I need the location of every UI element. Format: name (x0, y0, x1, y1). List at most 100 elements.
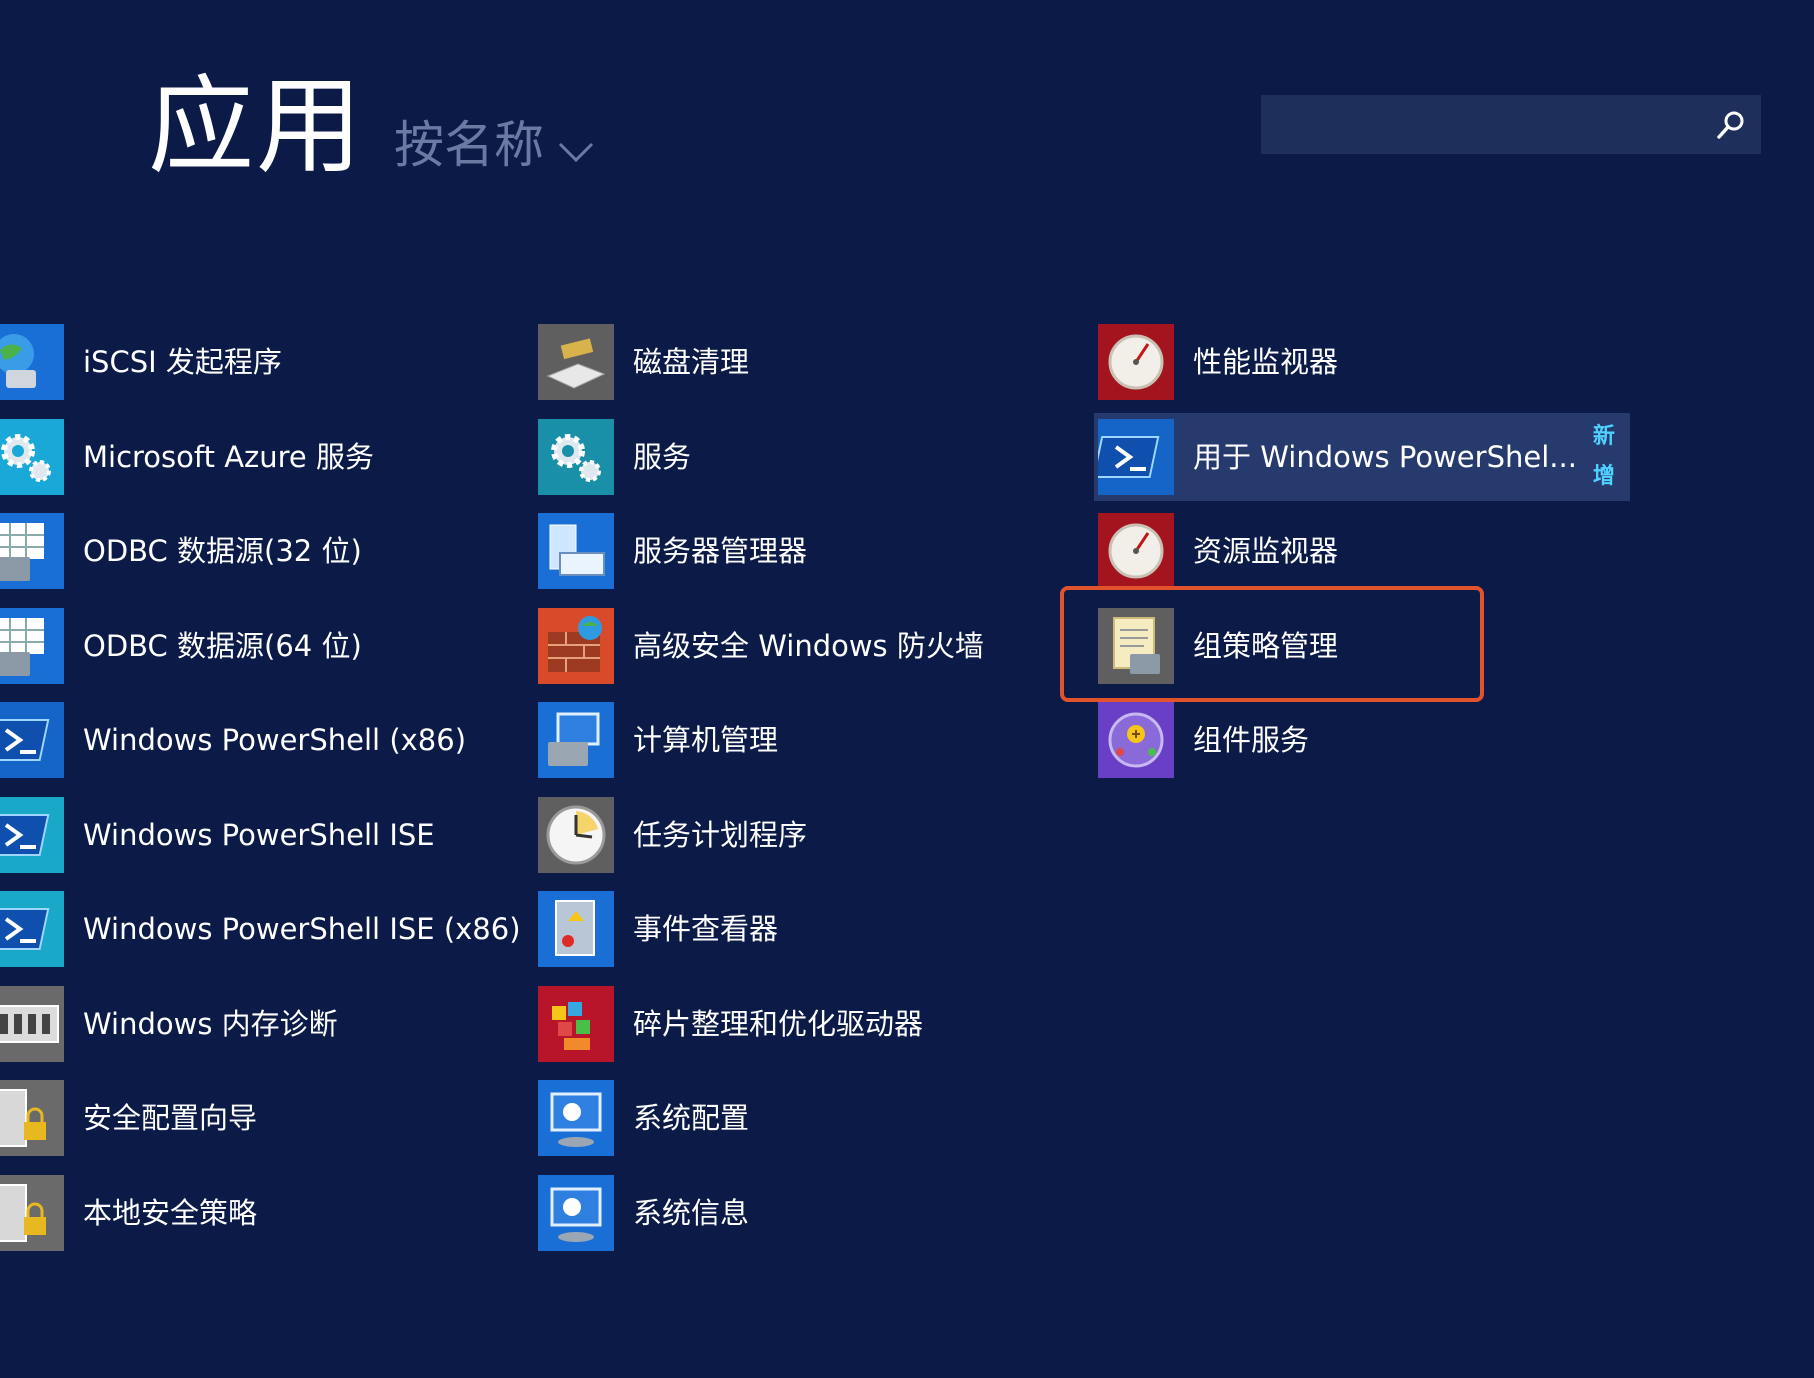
powershell-icon (1098, 418, 1174, 495)
chevron-down-icon (558, 142, 594, 163)
clock-icon-graphic (538, 796, 614, 873)
app-label: 碎片整理和优化驱动器 (633, 1006, 924, 1041)
app-label: 系统配置 (633, 1101, 750, 1135)
app-label: Windows PowerShell (x86) (83, 723, 467, 757)
app-tile[interactable]: 系统配置 (538, 1074, 749, 1162)
powershell-icon-graphic (0, 702, 64, 778)
app-tile[interactable]: 服务器管理器 (538, 507, 807, 595)
app-tile[interactable]: 磁盘清理 (538, 318, 749, 406)
odbc-table-toolbox-icon-graphic (0, 607, 64, 684)
search-icon[interactable] (1713, 107, 1749, 143)
app-label: 性能监视器 (1193, 345, 1339, 379)
disk-cleanup-icon-graphic (538, 324, 614, 400)
powershell-icon (0, 702, 64, 778)
app-label: 组策略管理 (1193, 628, 1339, 663)
server-manager-icon-graphic (538, 513, 614, 589)
app-label: Windows PowerShell ISE (x86) (83, 912, 521, 946)
app-tile[interactable]: 资源监视器 (1098, 507, 1338, 595)
resource-gauge-icon-graphic (1098, 513, 1174, 589)
app-tile[interactable]: Windows 内存诊断 (0, 980, 338, 1068)
resource-gauge-icon (1098, 513, 1174, 589)
app-tile[interactable]: 用于 Windows PowerShel... 新增 (1094, 412, 1630, 501)
app-tile[interactable]: 安全配置向导 (0, 1074, 257, 1162)
clock-icon (538, 796, 614, 873)
system-info-monitor-icon-graphic (538, 1174, 614, 1251)
computer-management-icon (538, 702, 614, 778)
server-lock-icon-graphic (0, 1174, 64, 1251)
app-tile[interactable]: Windows PowerShell ISE (x86) (0, 885, 521, 973)
computer-management-icon-graphic (538, 702, 614, 778)
app-tile[interactable]: Windows PowerShell ISE (0, 791, 435, 879)
app-tile[interactable]: 本地安全策略 (0, 1169, 257, 1257)
event-log-book-icon (538, 891, 614, 967)
search-input[interactable] (1261, 95, 1717, 154)
odbc-table-toolbox-icon-graphic (0, 513, 64, 589)
services-gears-icon-graphic (538, 418, 614, 495)
app-tile[interactable]: 性能监视器 (1098, 318, 1338, 406)
app-tile[interactable]: iSCSI 发起程序 (0, 318, 282, 406)
app-tile[interactable]: 系统信息 (538, 1169, 749, 1257)
system-info-monitor-icon (538, 1174, 614, 1251)
app-tile[interactable]: 高级安全 Windows 防火墙 (538, 602, 984, 690)
app-tile[interactable]: Windows PowerShell (x86) (0, 696, 466, 784)
iscsi-globe-icon (0, 324, 64, 400)
sort-by-name-dropdown[interactable]: 按名称 (394, 110, 594, 180)
app-tile[interactable]: 事件查看器 (538, 885, 778, 973)
disk-cleanup-icon (538, 324, 614, 400)
new-badge: 新增 (1592, 423, 1615, 489)
app-tile[interactable]: 碎片整理和优化驱动器 (538, 980, 923, 1068)
app-tile[interactable]: ODBC 数据源(64 位) (0, 602, 362, 690)
event-log-book-icon-graphic (538, 891, 614, 967)
system-config-monitor-icon-graphic (538, 1080, 614, 1156)
performance-gauge-icon (1098, 324, 1174, 400)
app-label: 资源监视器 (1193, 534, 1339, 568)
app-tile[interactable]: Microsoft Azure 服务 (0, 413, 374, 501)
app-tile[interactable]: 任务计划程序 (538, 791, 807, 879)
app-tile[interactable]: 服务 (538, 413, 691, 501)
app-label: Microsoft Azure 服务 (83, 439, 374, 474)
powershell-ise-icon-graphic (0, 891, 64, 967)
server-manager-icon (538, 513, 614, 589)
app-label: 磁盘清理 (633, 345, 750, 379)
app-label: Windows PowerShell ISE (83, 817, 435, 852)
azure-cloud-gear-icon (0, 418, 64, 495)
page-title: 应用 (148, 65, 364, 188)
services-gears-icon (538, 418, 614, 495)
firewall-brick-icon (538, 607, 614, 684)
defrag-blocks-icon (538, 985, 614, 1062)
app-label: 安全配置向导 (83, 1101, 258, 1135)
performance-gauge-icon-graphic (1098, 324, 1174, 400)
app-label: ODBC 数据源(64 位) (83, 628, 362, 663)
server-lock-icon (0, 1174, 64, 1251)
app-label: 服务 (633, 439, 692, 474)
powershell-icon-graphic (1098, 418, 1174, 495)
powershell-ise-icon (0, 796, 64, 873)
odbc-table-toolbox-icon (0, 607, 64, 684)
powershell-ise-icon (0, 891, 64, 967)
app-label: 组件服务 (1193, 723, 1310, 757)
group-policy-scroll-icon (1098, 607, 1174, 684)
app-label: 本地安全策略 (83, 1195, 258, 1230)
app-label: 任务计划程序 (633, 817, 808, 852)
app-tile[interactable]: ODBC 数据源(32 位) (0, 507, 362, 595)
odbc-table-toolbox-icon (0, 513, 64, 589)
component-services-icon-graphic (1098, 702, 1174, 778)
azure-cloud-gear-icon-graphic (0, 418, 64, 495)
app-label: iSCSI 发起程序 (83, 345, 282, 379)
app-tile[interactable]: 组件服务 (1098, 696, 1309, 784)
iscsi-globe-icon-graphic (0, 324, 64, 400)
app-label: 用于 Windows PowerShel... (1193, 439, 1577, 474)
app-label: 事件查看器 (633, 912, 779, 946)
app-tile[interactable]: 组策略管理 (1098, 602, 1338, 690)
app-label: 系统信息 (633, 1195, 750, 1230)
group-policy-scroll-icon-graphic (1098, 607, 1174, 684)
app-label: 高级安全 Windows 防火墙 (633, 628, 984, 663)
search-box (1261, 95, 1761, 154)
server-lock-icon (0, 1080, 64, 1156)
memory-chip-icon-graphic (0, 985, 64, 1062)
app-tile[interactable]: 计算机管理 (538, 696, 778, 784)
app-label: Windows 内存诊断 (83, 1006, 338, 1041)
app-label: 服务器管理器 (633, 534, 808, 568)
firewall-brick-icon-graphic (538, 607, 614, 684)
powershell-ise-icon-graphic (0, 796, 64, 873)
